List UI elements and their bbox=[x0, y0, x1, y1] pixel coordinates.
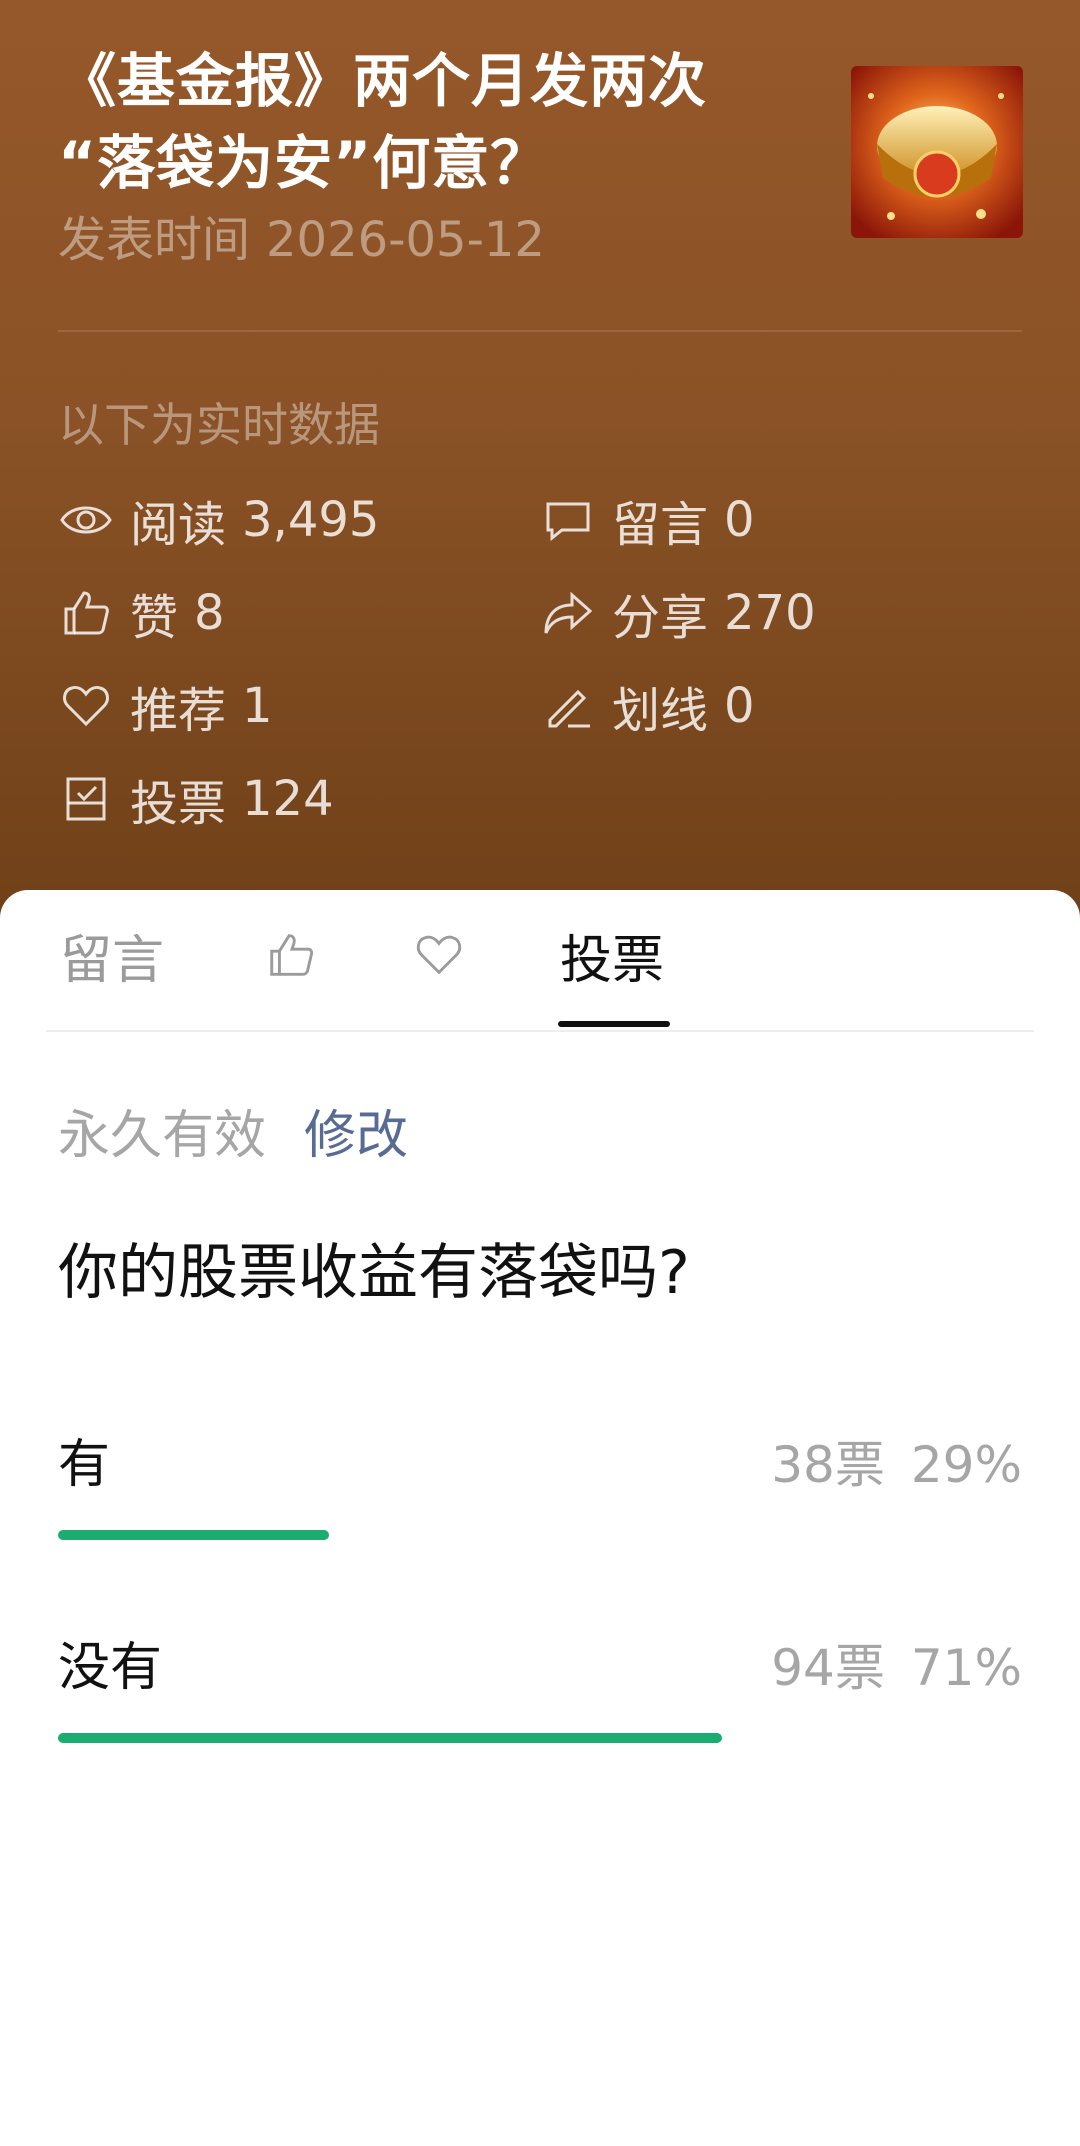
stat-vote: 投票 124 bbox=[58, 764, 334, 834]
stat-share: 分享 270 bbox=[540, 578, 816, 648]
stat-comment-value: 0 bbox=[724, 492, 755, 548]
heart-icon bbox=[416, 935, 462, 975]
poll-validity-row: 永久有效 修改 bbox=[58, 1090, 408, 1170]
stat-like-value: 8 bbox=[194, 585, 225, 641]
thumbs-up-icon bbox=[58, 585, 114, 641]
title-line-2: “落袋为安”何意？ bbox=[58, 129, 550, 197]
thumbs-up-icon bbox=[270, 934, 314, 976]
poll-option-label: 有 bbox=[58, 1435, 111, 1495]
stat-read-value: 3,495 bbox=[242, 492, 380, 548]
tab-recommend[interactable] bbox=[412, 920, 466, 990]
header-divider bbox=[58, 330, 1022, 332]
poll-option-votes: 38票 bbox=[771, 1436, 885, 1494]
publish-label: 发表时间 bbox=[58, 212, 251, 268]
publish-time: 发表时间 2026-05-12 bbox=[58, 205, 545, 275]
poll-option-percent: 29% bbox=[910, 1436, 1022, 1494]
heart-icon bbox=[58, 678, 114, 734]
poll-option: 没有 94票 71% bbox=[58, 1628, 1022, 1778]
poll-option: 有 38票 29% bbox=[58, 1425, 1022, 1575]
article-header: 《基金报》两个月发两次 “落袋为安”何意？ 发表时间 2026-05-12 以下… bbox=[0, 0, 1080, 930]
stat-recommend: 推荐 1 bbox=[58, 671, 273, 741]
poll-option-bar-track bbox=[58, 1530, 1022, 1540]
poll-option-stats: 94票 71% bbox=[771, 1628, 1022, 1708]
stat-comment: 留言 0 bbox=[540, 485, 755, 555]
poll-option-votes: 94票 bbox=[771, 1639, 885, 1697]
tab-comments[interactable]: 留言 bbox=[60, 920, 164, 991]
poll-option-stats: 38票 29% bbox=[771, 1425, 1022, 1505]
stat-underline-value: 0 bbox=[724, 678, 755, 734]
share-icon bbox=[540, 585, 596, 641]
stat-underline: 划线 0 bbox=[540, 671, 755, 741]
title-line-1: 《基金报》两个月发两次 bbox=[58, 47, 708, 115]
article-title: 《基金报》两个月发两次 “落袋为安”何意？ bbox=[58, 40, 818, 204]
poll-option-bar bbox=[58, 1530, 329, 1540]
stat-read: 阅读 3,495 bbox=[58, 485, 379, 555]
tab-bar: 留言 投票 bbox=[46, 890, 1034, 1032]
pencil-icon bbox=[540, 678, 596, 734]
stat-share-value: 270 bbox=[724, 585, 816, 641]
poll-option-bar-track bbox=[58, 1733, 1022, 1743]
publish-date: 2026-05-12 bbox=[266, 212, 545, 268]
stat-share-label: 分享 bbox=[612, 590, 709, 646]
tab-likes[interactable] bbox=[264, 920, 318, 990]
article-cover-image[interactable] bbox=[851, 66, 1023, 238]
active-tab-indicator bbox=[558, 1021, 670, 1027]
stat-recommend-label: 推荐 bbox=[130, 683, 227, 739]
data-sheet: 留言 投票 永久有效 修改 你的股票收益有落袋吗? 有 38票 29% 没有 94… bbox=[0, 890, 1080, 2146]
eye-icon bbox=[58, 492, 114, 548]
tab-vote[interactable]: 投票 bbox=[560, 920, 664, 991]
stat-like: 赞 8 bbox=[58, 578, 225, 648]
realtime-data-label: 以下为实时数据 bbox=[58, 398, 380, 452]
stat-read-label: 阅读 bbox=[130, 497, 227, 553]
poll-option-bar bbox=[58, 1733, 722, 1743]
edit-poll-link[interactable]: 修改 bbox=[304, 1093, 408, 1168]
stat-like-label: 赞 bbox=[130, 590, 179, 646]
poll-question: 你的股票收益有落袋吗? bbox=[58, 1238, 690, 1308]
stat-vote-label: 投票 bbox=[130, 776, 227, 832]
stat-vote-value: 124 bbox=[242, 771, 334, 827]
stat-recommend-value: 1 bbox=[242, 678, 273, 734]
poll-option-percent: 71% bbox=[910, 1639, 1022, 1697]
poll-validity: 永久有效 bbox=[58, 1105, 267, 1166]
ballot-icon bbox=[58, 771, 114, 827]
stat-underline-label: 划线 bbox=[612, 683, 709, 739]
stat-comment-label: 留言 bbox=[612, 497, 709, 553]
comment-icon bbox=[540, 492, 596, 548]
poll-option-label: 没有 bbox=[58, 1638, 163, 1698]
